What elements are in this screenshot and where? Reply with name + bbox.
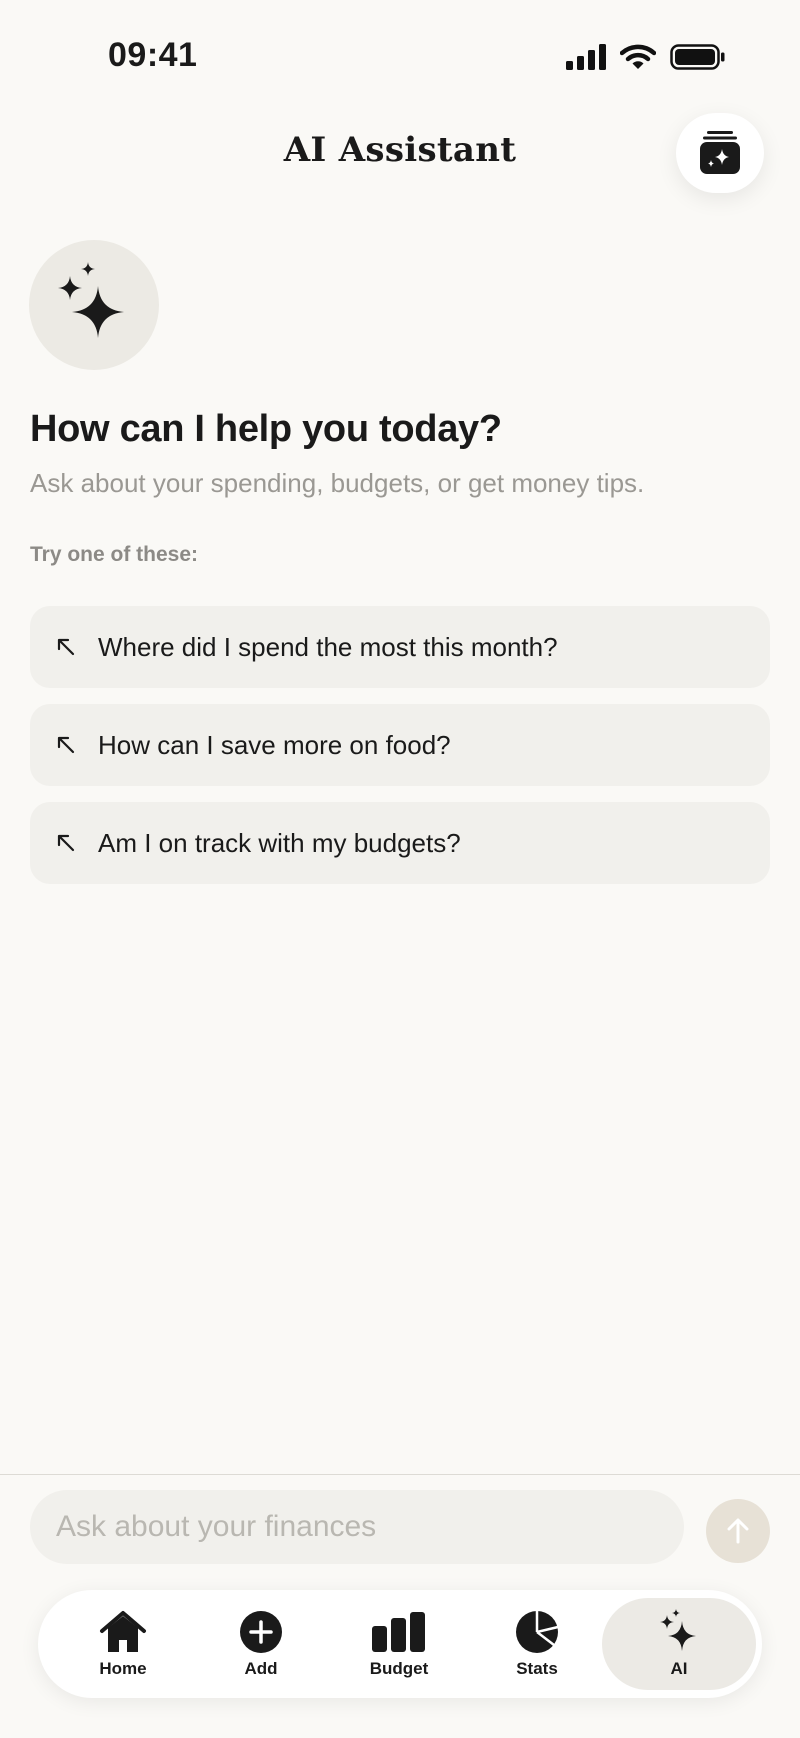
battery-icon — [670, 44, 725, 70]
chat-history-button[interactable] — [676, 113, 764, 193]
tab-label: AI — [670, 1659, 688, 1678]
arrow-up-left-icon — [56, 833, 76, 853]
suggestion-text: Where did I spend the most this month? — [98, 631, 558, 662]
suggestion-chip[interactable]: Where did I spend the most this month? — [30, 606, 770, 688]
pie-chart-icon — [514, 1609, 560, 1655]
suggestions-label: Try one of these: — [30, 543, 199, 566]
tab-home[interactable]: Home — [54, 1598, 192, 1690]
suggestion-text: How can I save more on food? — [98, 729, 451, 760]
tab-bar: Home Add Budget Stats AI — [38, 1590, 762, 1698]
suggestion-chip[interactable]: Am I on track with my budgets? — [30, 802, 770, 884]
tab-ai[interactable]: AI — [602, 1598, 756, 1690]
tab-budget[interactable]: Budget — [330, 1598, 468, 1690]
status-bar: 09:41 — [0, 0, 800, 116]
sparkles-icon — [658, 1609, 700, 1655]
assistant-avatar — [29, 240, 159, 370]
chat-input[interactable] — [30, 1490, 684, 1564]
greeting-title: How can I help you today? — [30, 408, 502, 450]
arrow-up-left-icon — [56, 637, 76, 657]
home-icon — [99, 1609, 147, 1655]
status-icons — [566, 44, 726, 70]
tab-add[interactable]: Add — [192, 1598, 330, 1690]
composer-divider — [0, 1474, 800, 1475]
bar-chart-icon — [372, 1609, 426, 1655]
tab-label: Home — [99, 1659, 147, 1678]
arrow-up-icon — [727, 1518, 749, 1544]
suggestion-chip[interactable]: How can I save more on food? — [30, 704, 770, 786]
tab-label: Stats — [516, 1659, 558, 1678]
tab-label: Budget — [369, 1659, 429, 1678]
tab-stats[interactable]: Stats — [468, 1598, 606, 1690]
suggestion-text: Am I on track with my budgets? — [98, 827, 461, 858]
greeting-subtitle: Ask about your spending, budgets, or get… — [30, 468, 645, 498]
plus-circle-icon — [239, 1609, 283, 1655]
status-time: 09:41 — [108, 36, 198, 74]
send-button[interactable] — [706, 1499, 770, 1563]
cellular-signal-icon — [566, 44, 606, 70]
arrow-up-left-icon — [56, 735, 76, 755]
stacked-sparkle-icon — [700, 131, 740, 174]
wifi-icon — [620, 44, 656, 69]
sparkles-icon — [58, 262, 124, 338]
tab-label: Add — [244, 1659, 278, 1678]
suggestion-list: Where did I spend the most this month? H… — [30, 606, 770, 900]
